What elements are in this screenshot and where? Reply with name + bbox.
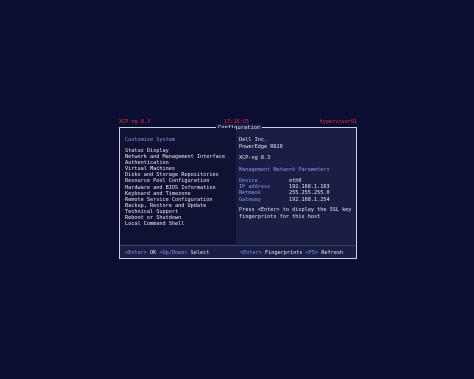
ssl-hint-line1: Press <Enter> to display the SSL key xyxy=(239,207,352,213)
key-up-down[interactable]: <Up/Down> xyxy=(159,250,187,256)
menu-item-status-display[interactable]: Status Display xyxy=(125,148,169,154)
vendor-text: Dell Inc. xyxy=(239,137,268,143)
model-text: PowerEdge R620 xyxy=(239,143,283,150)
footer-hints: <Enter> OK <Up/Down> Select <Enter> Fing… xyxy=(120,245,356,259)
product-text: XCP-ng 8.3 xyxy=(239,155,271,161)
footer-right-hints: <Enter> Fingerprints <F5> Refresh xyxy=(240,250,343,256)
ssl-hint-line2: fingerprints for this host xyxy=(239,213,321,220)
select-label: Select xyxy=(190,250,210,256)
param-key: Gateway xyxy=(239,196,261,203)
product-version: XCP-ng 8.3 xyxy=(119,119,151,125)
network-params: Device eth0 IP address 192.168.1.163 Net… xyxy=(239,178,351,203)
hostname: hypervisor01 xyxy=(319,119,357,125)
configuration-dialog: Configuration Customize System Status Di… xyxy=(119,124,357,259)
status-pane: Dell Inc. PowerEdge R620 XCP-ng 8.3 Mana… xyxy=(236,128,356,244)
key-enter-fingerprints[interactable]: <Enter> xyxy=(240,250,262,256)
menu-item-local-shell[interactable]: Local Command Shell xyxy=(125,221,233,227)
fingerprints-label: Fingerprints xyxy=(265,250,303,256)
key-enter[interactable]: <Enter> xyxy=(125,250,147,256)
ok-label: OK xyxy=(150,250,157,256)
menu-list: Status Display Network and Management In… xyxy=(125,148,233,227)
key-f5[interactable]: <F5> xyxy=(306,250,319,256)
menu-pane: Customize System Status Display Network … xyxy=(120,128,236,244)
network-heading: Management Network Parameters xyxy=(239,166,330,173)
param-row: Gateway 192.168.1.254 xyxy=(239,197,351,203)
param-value: 192.168.1.254 xyxy=(289,196,330,203)
menu-heading: Customize System xyxy=(125,137,175,143)
refresh-label: Refresh xyxy=(321,250,344,256)
footer-left-hints: <Enter> OK <Up/Down> Select xyxy=(125,250,209,256)
